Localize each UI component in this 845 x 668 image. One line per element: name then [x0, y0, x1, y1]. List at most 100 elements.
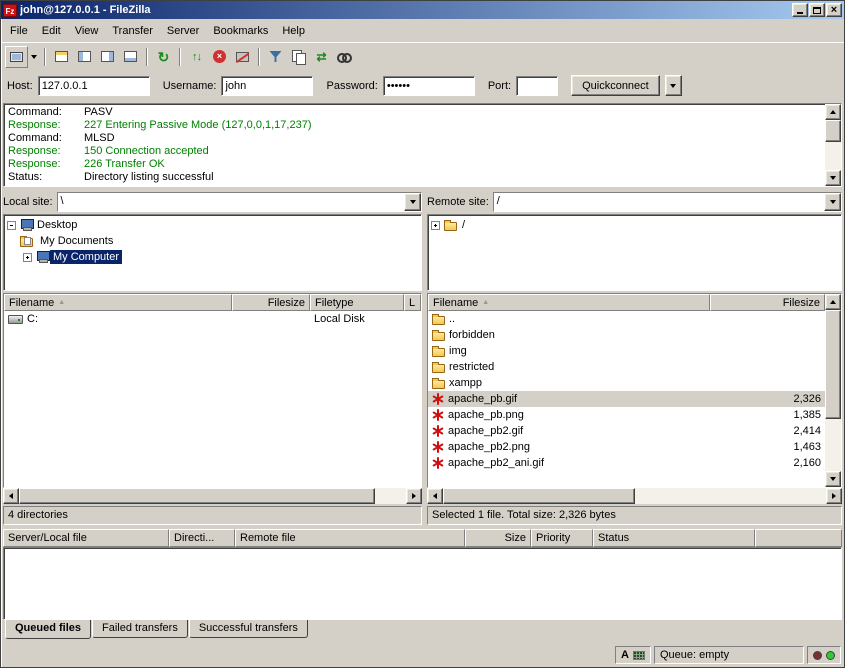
tree-item-my-computer[interactable]: My Computer [4, 249, 421, 265]
column-header-filesize[interactable]: Filesize [232, 294, 310, 311]
scroll-right-button[interactable] [826, 488, 842, 504]
toolbar-separator [258, 48, 260, 66]
window-title: john@127.0.0.1 - FileZilla [20, 4, 791, 16]
scroll-thumb[interactable] [443, 488, 635, 504]
close-button[interactable]: × [826, 3, 842, 17]
remote-vertical-scrollbar[interactable] [825, 294, 841, 487]
username-input[interactable] [221, 76, 313, 96]
menu-bar: File Edit View Transfer Server Bookmarks… [1, 19, 844, 42]
column-header-status[interactable]: Status [593, 529, 755, 547]
cancel-operation-button[interactable]: × [208, 46, 231, 68]
scroll-thumb[interactable] [19, 488, 375, 504]
host-input[interactable] [38, 76, 150, 96]
scroll-track[interactable] [825, 310, 841, 471]
expand-expander[interactable] [431, 221, 440, 230]
scroll-down-button[interactable] [825, 170, 841, 186]
remote-file-row[interactable]: xampp [428, 375, 825, 391]
column-header-filesize[interactable]: Filesize [710, 294, 825, 311]
quickconnect-dropdown-button[interactable] [665, 75, 682, 96]
quickconnect-button[interactable]: Quickconnect [571, 75, 660, 96]
scroll-thumb[interactable] [825, 120, 841, 142]
remote-site-dropdown-button[interactable] [824, 193, 841, 211]
tree-item-desktop[interactable]: Desktop [4, 217, 421, 233]
scroll-left-button[interactable] [3, 488, 19, 504]
column-header-filename[interactable]: Filename▲ [428, 294, 710, 311]
menu-server[interactable]: Server [160, 22, 206, 40]
maximize-button[interactable] [809, 3, 825, 17]
site-manager-button[interactable] [5, 46, 28, 68]
find-files-button[interactable] [333, 46, 356, 68]
directory-listing-filters-button[interactable] [264, 46, 287, 68]
scroll-track[interactable] [443, 488, 826, 504]
toggle-message-log-button[interactable] [50, 46, 73, 68]
local-horizontal-scrollbar[interactable] [3, 488, 422, 504]
column-header-server-local-file[interactable]: Server/Local file [3, 529, 169, 547]
toggle-local-treeview-button[interactable] [73, 46, 96, 68]
column-header-direction[interactable]: Directi... [169, 529, 235, 547]
tree-item-my-documents[interactable]: My Documents [4, 233, 421, 249]
remote-file-row[interactable]: restricted [428, 359, 825, 375]
menu-help[interactable]: Help [275, 22, 312, 40]
local-site-dropdown-button[interactable] [404, 193, 421, 211]
remote-horizontal-scrollbar[interactable] [427, 488, 842, 504]
scroll-track[interactable] [19, 488, 406, 504]
queue-status-panel: Queue: empty [654, 646, 804, 664]
scroll-up-button[interactable] [825, 294, 841, 310]
cancel-icon: × [213, 50, 226, 63]
directory-comparison-button[interactable] [287, 46, 310, 68]
column-header-filename[interactable]: Filename▲ [4, 294, 232, 311]
minimize-button[interactable] [792, 3, 808, 17]
transfer-type-indicator[interactable]: A [615, 646, 651, 664]
menu-file[interactable]: File [3, 22, 35, 40]
tree-item-root[interactable]: / [428, 217, 841, 233]
title-bar[interactable]: Fz john@127.0.0.1 - FileZilla × [1, 1, 844, 19]
expand-expander[interactable] [23, 253, 32, 262]
column-header-remote-file[interactable]: Remote file [235, 529, 465, 547]
scroll-down-button[interactable] [825, 471, 841, 487]
remote-site-combo[interactable]: / [493, 192, 842, 212]
triangle-up-icon [830, 300, 836, 304]
refresh-button[interactable]: ↻ [152, 46, 175, 68]
menu-bookmarks[interactable]: Bookmarks [206, 22, 275, 40]
toggle-transfer-queue-button[interactable] [119, 46, 142, 68]
tab-failed-transfers[interactable]: Failed transfers [92, 620, 188, 638]
tab-successful-transfers[interactable]: Successful transfers [189, 620, 308, 638]
remote-file-row[interactable]: apache_pb2.gif 2,414 [428, 423, 825, 439]
local-file-row[interactable]: C: Local Disk [4, 311, 421, 327]
remote-file-row[interactable]: .. [428, 311, 825, 327]
disconnect-button[interactable] [231, 46, 254, 68]
collapse-expander[interactable] [7, 221, 16, 230]
column-header-size[interactable]: Size [465, 529, 531, 547]
remote-file-row[interactable]: apache_pb2.png 1,463 [428, 439, 825, 455]
menu-edit[interactable]: Edit [35, 22, 68, 40]
toggle-remote-treeview-button[interactable] [96, 46, 119, 68]
column-header-priority[interactable]: Priority [531, 529, 593, 547]
menu-transfer[interactable]: Transfer [105, 22, 160, 40]
triangle-down-icon [830, 176, 836, 180]
port-input[interactable] [516, 76, 558, 96]
remote-file-row[interactable]: apache_pb.png 1,385 [428, 407, 825, 423]
local-site-combo[interactable]: \ [57, 192, 422, 212]
scroll-thumb[interactable] [825, 310, 841, 419]
synchronized-browsing-button[interactable]: ⇄ [310, 46, 333, 68]
scroll-up-button[interactable] [825, 104, 841, 120]
scroll-right-button[interactable] [406, 488, 422, 504]
tab-queued-files[interactable]: Queued files [5, 620, 91, 639]
toolbar-separator [44, 48, 46, 66]
remote-file-row[interactable]: apache_pb2_ani.gif 2,160 [428, 455, 825, 471]
process-queue-button[interactable]: ↑↓ [185, 46, 208, 68]
remote-file-row-selected[interactable]: apache_pb.gif 2,326 [428, 391, 825, 407]
column-header-last-modified[interactable]: L [404, 294, 421, 311]
chevron-down-icon [830, 200, 836, 204]
remote-file-row[interactable]: img [428, 343, 825, 359]
queue-body[interactable] [3, 547, 842, 620]
remote-file-row[interactable]: forbidden [428, 327, 825, 343]
scroll-track[interactable] [825, 120, 841, 170]
site-manager-dropdown-button[interactable] [28, 46, 40, 68]
menu-view[interactable]: View [68, 22, 106, 40]
password-input[interactable] [383, 76, 475, 96]
log-vertical-scrollbar[interactable] [825, 104, 841, 186]
column-header-filetype[interactable]: Filetype [310, 294, 404, 311]
log-line: Command:MLSD [8, 132, 821, 145]
scroll-left-button[interactable] [427, 488, 443, 504]
